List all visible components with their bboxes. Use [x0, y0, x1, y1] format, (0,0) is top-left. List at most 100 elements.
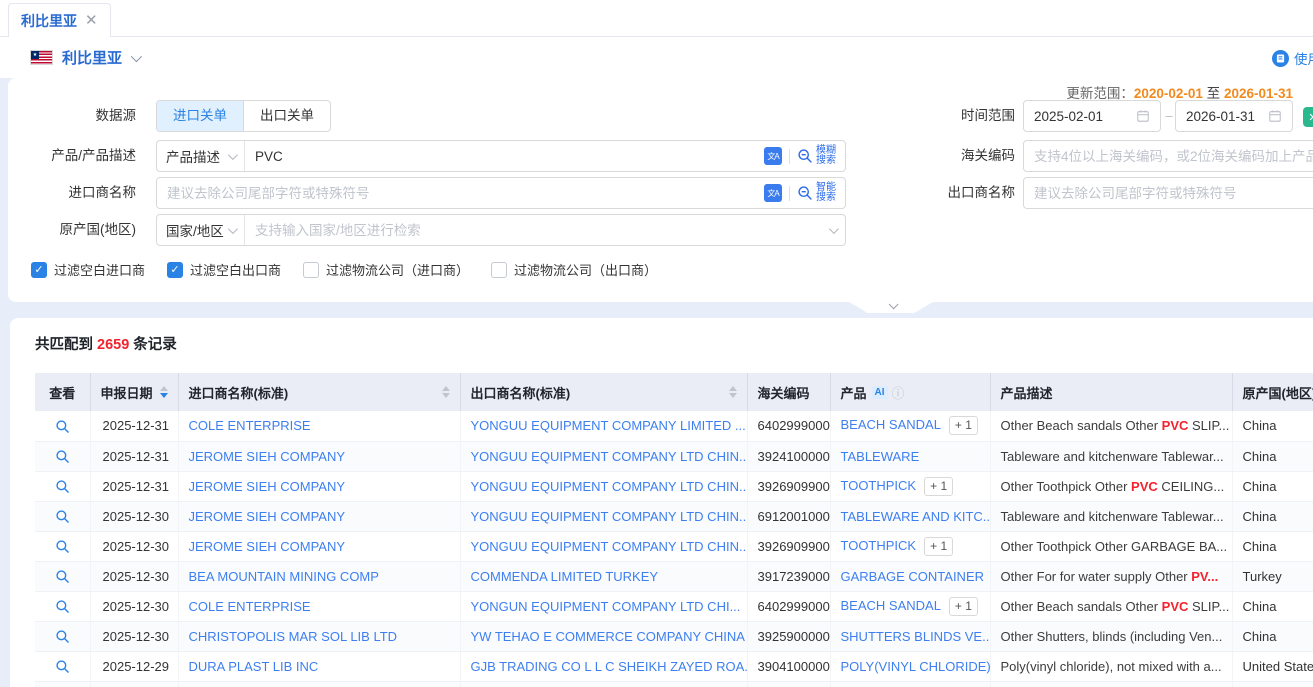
origin-field-select[interactable]: 国家/地区	[157, 215, 245, 245]
translate-icon[interactable]: 文A	[764, 184, 782, 202]
col-importer[interactable]: 进口商名称(标准)	[178, 373, 460, 411]
more-products-badge[interactable]: + 1	[924, 537, 953, 556]
excel-export-icon[interactable]: ✕	[1303, 107, 1313, 127]
exporter-link[interactable]: YONGUU EQUIPMENT COMPANY LTD CHIN...	[471, 539, 748, 554]
origin-country-label: 原产国(地区)	[8, 214, 146, 246]
tab-import-customs[interactable]: 进口关单	[157, 101, 244, 131]
chevron-down-icon	[888, 299, 898, 309]
importer-link[interactable]: JEROME SIEH COMPANY	[189, 449, 346, 464]
country-title[interactable]: 利比里亚	[62, 47, 122, 68]
tab-liberia[interactable]: 利比里亚 ✕	[8, 3, 111, 37]
view-details-button[interactable]	[55, 479, 70, 494]
exporter-link[interactable]: YONGUU EQUIPMENT COMPANY LTD CHIN...	[471, 509, 748, 524]
col-declare-date[interactable]: 申报日期	[90, 373, 178, 411]
view-details-button[interactable]	[55, 599, 70, 614]
product-link[interactable]: SHUTTERS BLINDS VE...	[841, 629, 991, 644]
product-search-input[interactable]	[245, 141, 764, 171]
chevron-down-icon[interactable]	[131, 50, 142, 61]
declare-date: 2025-12-31	[90, 411, 178, 441]
product-link[interactable]: TOOTHPICK	[841, 478, 917, 493]
hs-code-group	[1023, 140, 1313, 172]
chevron-down-icon	[829, 224, 839, 234]
chevron-down-icon	[228, 150, 238, 160]
exporter-link[interactable]: YW TEHAO E COMMERCE COMPANY CHINA	[471, 629, 745, 644]
origin-country-input[interactable]	[245, 215, 829, 245]
importer-link[interactable]: DURA PLAST LIB INC	[189, 659, 319, 674]
page-header: ★ 利比里亚 使用教程	[0, 37, 1313, 78]
exporter-link[interactable]: COMMENDA LIMITED TURKEY	[471, 569, 659, 584]
tab-close-icon[interactable]: ✕	[85, 13, 98, 28]
importer-link[interactable]: JEROME SIEH COMPANY	[189, 509, 346, 524]
exporter-link[interactable]: GJB TRADING CO L L C SHEIKH ZAYED ROA...	[471, 659, 748, 674]
importer-link[interactable]: CHRISTOPOLIS MAR SOL LIB LTD	[189, 629, 398, 644]
more-products-badge[interactable]: + 1	[924, 477, 953, 496]
product-link[interactable]: BEACH SANDAL	[841, 417, 941, 432]
exporter-link[interactable]: YONGUU EQUIPMENT COMPANY LTD CHIN...	[471, 479, 748, 494]
hs-code-input[interactable]	[1024, 141, 1313, 171]
fuzzy-search-button[interactable]: 模糊搜索	[797, 146, 836, 166]
view-details-button[interactable]	[55, 449, 70, 464]
origin-country: Turkey	[1232, 561, 1313, 591]
product-description: Other For for water supply Other PV...	[990, 561, 1232, 591]
product-link[interactable]: BEACH SANDAL	[841, 598, 941, 613]
view-details-button[interactable]	[55, 419, 70, 434]
view-details-button[interactable]	[55, 509, 70, 524]
product-field-select[interactable]: 产品描述	[157, 141, 245, 171]
product-description: Other Beach sandals Other PVC SLIP...	[990, 591, 1232, 621]
more-products-badge[interactable]: + 1	[949, 416, 978, 435]
importer-link[interactable]: JEROME SIEH COMPANY	[189, 479, 346, 494]
hs-code: 6402999000	[747, 411, 830, 441]
hs-code: 3926909900	[747, 471, 830, 501]
declare-date: 2025-12-30	[90, 561, 178, 591]
view-details-button[interactable]	[55, 659, 70, 674]
importer-name-input[interactable]	[157, 178, 764, 208]
start-date-picker[interactable]: 2025-02-01	[1023, 100, 1161, 132]
translate-icon[interactable]: 文A	[764, 147, 782, 165]
collapse-panel-handle[interactable]	[846, 300, 936, 313]
help-tutorial-link[interactable]: 使用教程	[1272, 48, 1313, 68]
results-panel: 共匹配到2659条记录 查看 申报日期 进口商名称(标准) 出口商名称(标准)	[10, 318, 1313, 687]
end-date-picker[interactable]: 2026-01-31	[1175, 100, 1293, 132]
more-products-badge[interactable]: + 1	[949, 597, 978, 616]
product-link[interactable]: TABLEWARE AND KITC...	[841, 509, 991, 524]
importer-link[interactable]: COLE ENTERPRISE	[189, 599, 311, 614]
exporter-link[interactable]: YONGUU EQUIPMENT COMPANY LIMITED ...	[471, 418, 746, 433]
app-window: 利比里亚 ✕ ★ 利比里亚 使用教程 更新范围：2020-02-01 至 202…	[0, 0, 1313, 687]
view-details-button[interactable]	[55, 569, 70, 584]
product-link[interactable]: GARBAGE CONTAINER	[841, 569, 985, 584]
exporter-name-input[interactable]	[1024, 178, 1313, 208]
checkbox-filter-blank-exporter[interactable]: ✓ 过滤空白出口商	[167, 260, 281, 279]
product-link[interactable]: TOOTHPICK	[841, 538, 917, 553]
importer-link[interactable]: BEA MOUNTAIN MINING COMP	[189, 569, 379, 584]
col-exporter[interactable]: 出口商名称(标准)	[460, 373, 747, 411]
product-link[interactable]: TABLEWARE	[841, 449, 920, 464]
exporter-link[interactable]: YONGUN EQUIPMENT COMPANY LTD CHI...	[471, 599, 741, 614]
info-icon[interactable]: ⓘ	[892, 383, 905, 402]
search-filter-panel: 更新范围：2020-02-01 至 2026-01-31 数据源 进口关单 出口…	[8, 78, 1313, 302]
sort-icon[interactable]	[442, 386, 450, 398]
product-link[interactable]: POLY(VINYL CHLORIDE)	[841, 659, 991, 674]
tab-export-customs[interactable]: 出口关单	[244, 101, 330, 131]
checkbox-filter-blank-importer[interactable]: ✓ 过滤空白进口商	[31, 260, 145, 279]
importer-link[interactable]: COLE ENTERPRISE	[189, 418, 311, 433]
product-label: 产品/产品描述	[8, 140, 146, 172]
table-row-partial	[35, 681, 1313, 687]
col-view: 查看	[35, 373, 90, 411]
col-product-desc: 产品描述	[990, 373, 1232, 411]
product-description: Other Toothpick Other GARBAGE BA...	[990, 531, 1232, 561]
date-range-separator: –	[1164, 100, 1174, 132]
sort-icon[interactable]	[729, 386, 737, 398]
smart-search-button[interactable]: 智能搜索	[797, 183, 836, 203]
divider	[789, 149, 790, 164]
exporter-link[interactable]: YONGUU EQUIPMENT COMPANY LTD CHIN...	[471, 449, 748, 464]
sort-icon[interactable]	[160, 386, 168, 398]
table-row: 2025-12-30 BEA MOUNTAIN MINING COMP COMM…	[35, 561, 1313, 591]
declare-date: 2025-12-30	[90, 591, 178, 621]
view-details-button[interactable]	[55, 539, 70, 554]
checkbox-filter-logistics-importer[interactable]: 过滤物流公司（进口商）	[303, 260, 469, 279]
checkbox-filter-logistics-exporter[interactable]: 过滤物流公司（出口商）	[491, 260, 657, 279]
view-details-button[interactable]	[55, 629, 70, 644]
origin-country: United States	[1232, 651, 1313, 681]
product-description: Poly(vinyl chloride), not mixed with a..…	[990, 651, 1232, 681]
importer-link[interactable]: JEROME SIEH COMPANY	[189, 539, 346, 554]
